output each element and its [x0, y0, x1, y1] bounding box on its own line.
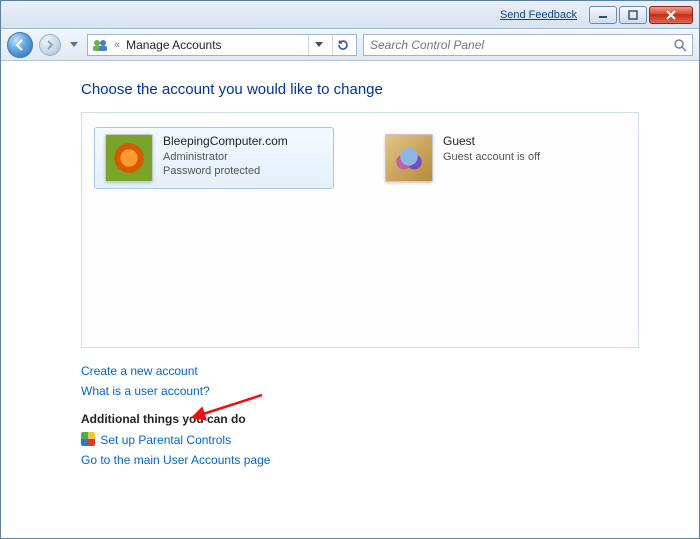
- title-bar: Send Feedback: [1, 1, 699, 29]
- search-icon[interactable]: [672, 37, 688, 53]
- forward-button[interactable]: [39, 34, 61, 56]
- additional-header: Additional things you can do: [81, 412, 639, 426]
- parental-controls-link[interactable]: Set up Parental Controls: [100, 433, 231, 447]
- main-user-accounts-link[interactable]: Go to the main User Accounts page: [81, 453, 270, 467]
- account-item[interactable]: BleepingComputer.com Administrator Passw…: [94, 127, 334, 189]
- address-dropdown[interactable]: [308, 35, 328, 55]
- breadcrumb-chevron-icon: «: [112, 39, 122, 51]
- account-role: Administrator: [163, 150, 288, 164]
- search-input[interactable]: [368, 37, 672, 53]
- avatar: [105, 134, 153, 182]
- account-status: Guest account is off: [443, 150, 540, 164]
- account-text: BleepingComputer.com Administrator Passw…: [163, 134, 288, 178]
- window-controls: [589, 6, 693, 24]
- content-area: Choose the account you would like to cha…: [1, 61, 699, 477]
- shield-icon: [81, 432, 95, 446]
- account-name: BleepingComputer.com: [163, 134, 288, 150]
- page-title: Choose the account you would like to cha…: [81, 81, 639, 98]
- account-status: Password protected: [163, 164, 288, 178]
- accounts-panel: BleepingComputer.com Administrator Passw…: [81, 112, 639, 348]
- send-feedback-link[interactable]: Send Feedback: [500, 9, 577, 21]
- breadcrumb-text: Manage Accounts: [126, 38, 304, 52]
- navigation-bar: « Manage Accounts: [1, 29, 699, 61]
- maximize-button[interactable]: [619, 6, 647, 24]
- recent-pages-dropdown[interactable]: [67, 33, 81, 57]
- account-text: Guest Guest account is off: [443, 134, 540, 164]
- address-bar[interactable]: « Manage Accounts: [87, 34, 357, 56]
- account-name: Guest: [443, 134, 540, 150]
- what-is-account-link[interactable]: What is a user account?: [81, 384, 210, 398]
- close-button[interactable]: [649, 6, 693, 24]
- refresh-button[interactable]: [332, 35, 352, 55]
- create-account-link[interactable]: Create a new account: [81, 364, 198, 378]
- account-item[interactable]: Guest Guest account is off: [374, 127, 614, 189]
- search-box[interactable]: [363, 34, 693, 56]
- back-button[interactable]: [7, 32, 33, 58]
- user-accounts-icon: [92, 37, 108, 53]
- minimize-button[interactable]: [589, 6, 617, 24]
- avatar: [385, 134, 433, 182]
- account-links: Create a new account What is a user acco…: [81, 364, 639, 398]
